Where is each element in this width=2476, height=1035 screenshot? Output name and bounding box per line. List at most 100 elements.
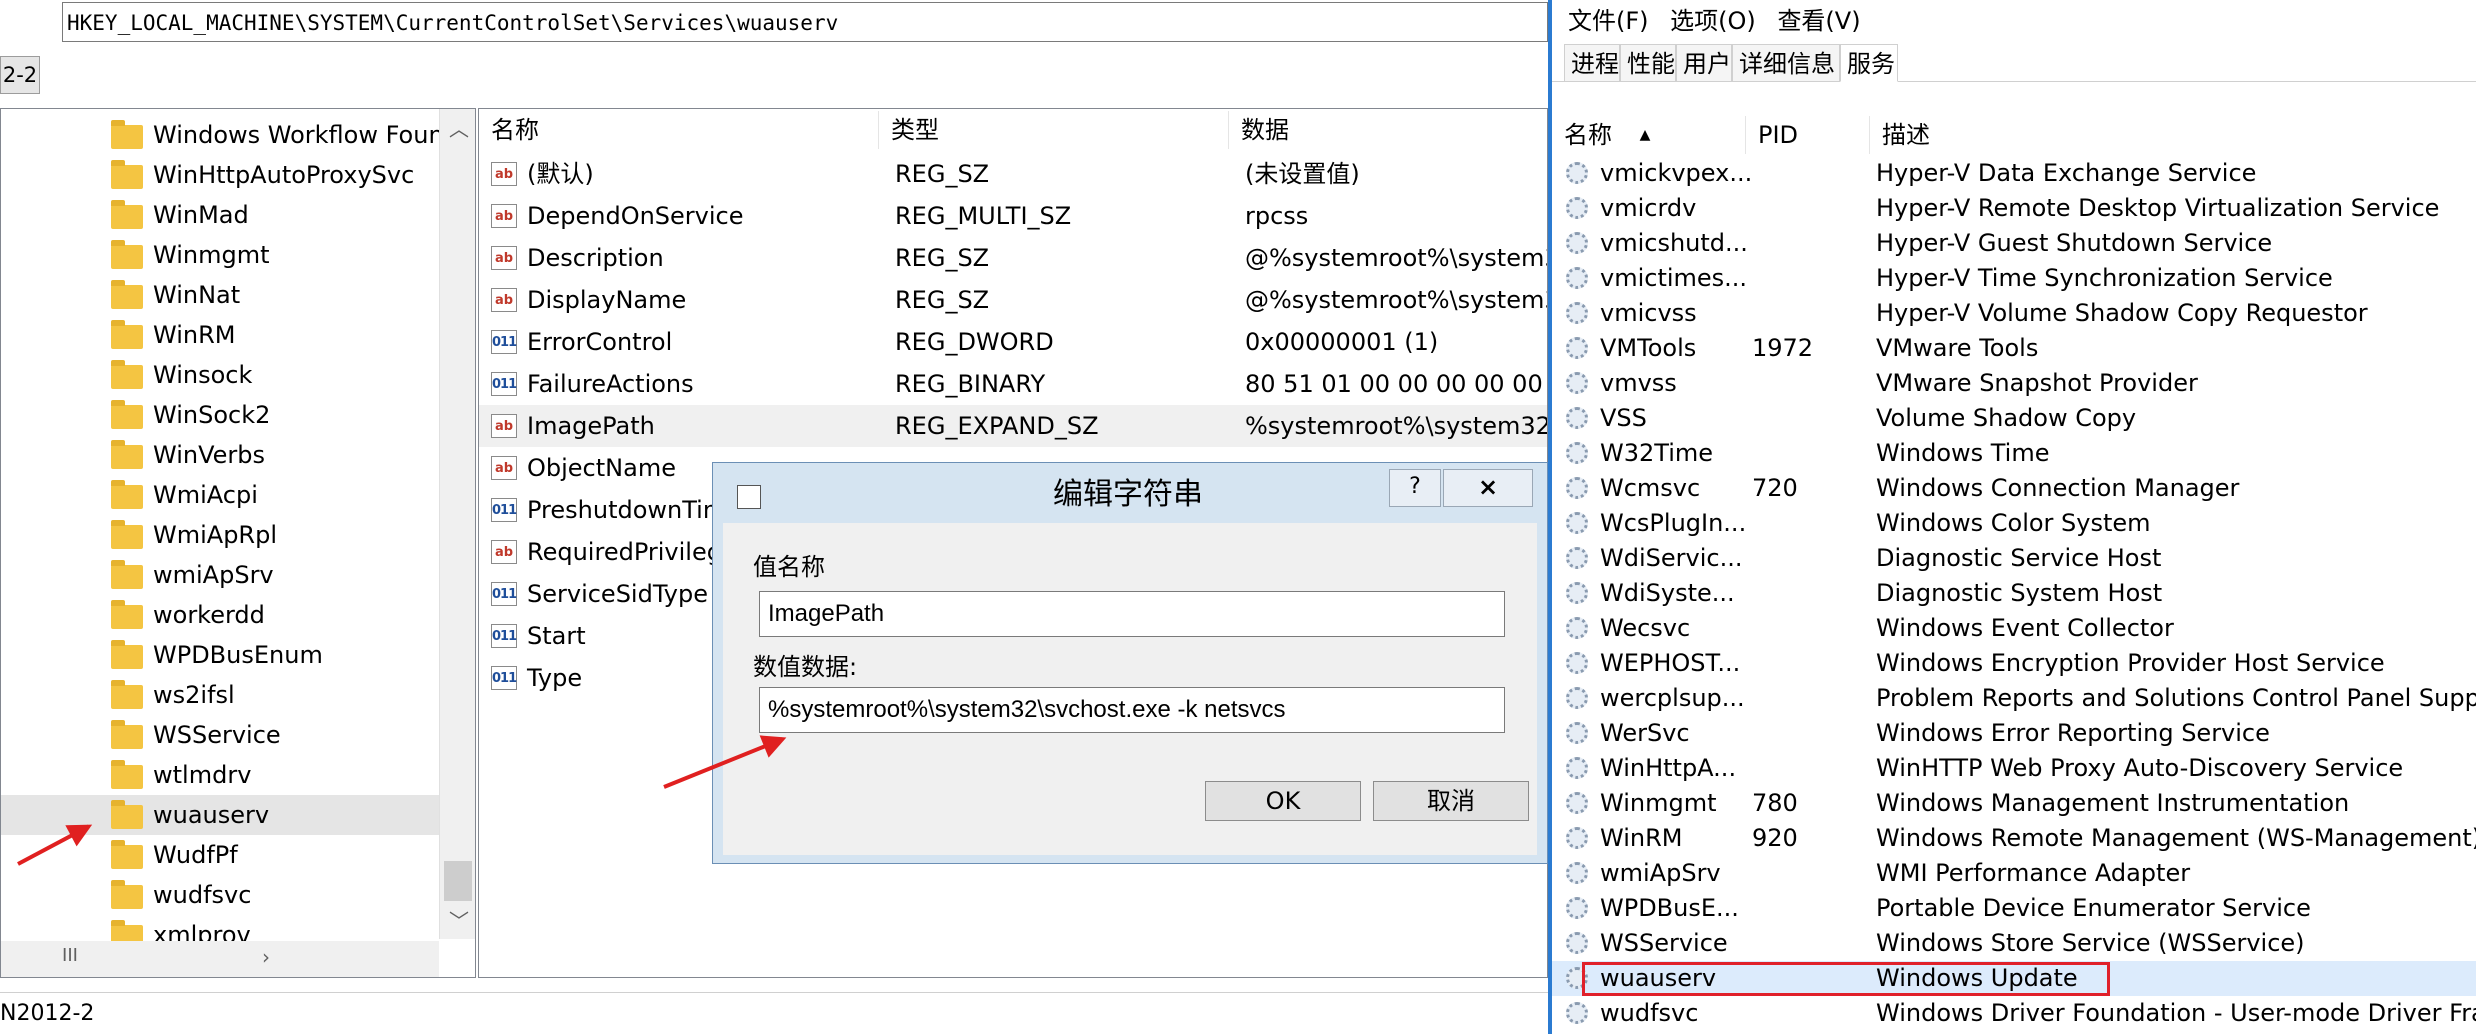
string-value-icon: ab — [491, 456, 517, 480]
service-row[interactable]: vmickvpex... Hyper-V Data Exchange Servic… — [1552, 156, 2476, 191]
tree-item[interactable]: wudfsvc — [1, 875, 441, 915]
service-gear-icon — [1566, 932, 1588, 954]
service-name: vmicshutd... — [1600, 229, 1748, 257]
service-row[interactable]: vmicvss Hyper-V Volume Shadow Copy Reques… — [1552, 296, 2476, 331]
close-button[interactable]: × — [1443, 469, 1533, 507]
column-header-name[interactable]: 名称 — [479, 111, 879, 149]
service-row[interactable]: WdiServic... Diagnostic Service Host — [1552, 541, 2476, 576]
service-row[interactable]: WdiSyste... Diagnostic System Host — [1552, 576, 2476, 611]
tree-item-label: WinVerbs — [153, 441, 266, 469]
tree-item[interactable]: WinNat — [1, 275, 441, 315]
service-row[interactable]: WerSvc Windows Error Reporting Service — [1552, 716, 2476, 751]
tree-item[interactable]: WinVerbs — [1, 435, 441, 475]
service-row[interactable]: wudfsvc Windows Driver Foundation - User-… — [1552, 996, 2476, 1031]
service-row[interactable]: WinRM 920 Windows Remote Management (WS-Ma… — [1552, 821, 2476, 856]
service-row[interactable]: WSService Windows Store Service (WSServic… — [1552, 926, 2476, 961]
service-gear-icon — [1566, 757, 1588, 779]
tree-horizontal-scrollbar[interactable]: III › — [1, 941, 439, 977]
service-row[interactable]: WinHttpA... WinHTTP Web Proxy Auto-Discov… — [1552, 751, 2476, 786]
folder-icon — [111, 600, 143, 629]
folder-icon — [111, 680, 143, 709]
menu-view[interactable]: 查看(V) — [1777, 7, 1860, 35]
service-row[interactable]: VSS Volume Shadow Copy — [1552, 401, 2476, 436]
tree-item[interactable]: wtlmdrv — [1, 755, 441, 795]
binary-value-icon: 011 — [491, 330, 517, 354]
value-row[interactable]: 011 ErrorControl REG_DWORD 0x00000001 (1) — [479, 321, 1547, 363]
value-row[interactable]: ab ImagePath REG_EXPAND_SZ %systemroot%\sys… — [479, 405, 1547, 447]
ok-button[interactable]: OK — [1205, 781, 1361, 821]
tree-item[interactable]: WinSock2 — [1, 395, 441, 435]
tree-item[interactable]: WPDBusEnum — [1, 635, 441, 675]
tree-vertical-scrollbar[interactable]: ︿ ﹀ — [439, 109, 475, 939]
service-row[interactable]: W32Time Windows Time — [1552, 436, 2476, 471]
value-row[interactable]: 011 FailureActions REG_BINARY 80 51 01 00 0… — [479, 363, 1547, 405]
value-name-field[interactable]: ImagePath — [759, 591, 1505, 637]
tree-item[interactable]: WSService — [1, 715, 441, 755]
tree-item[interactable]: Winsock — [1, 355, 441, 395]
scrollbar-grip-icon[interactable]: III — [55, 945, 85, 966]
tree-item[interactable]: WinRM — [1, 315, 441, 355]
value-row[interactable]: ab DisplayName REG_SZ @%systemroot%\system3 — [479, 279, 1547, 321]
folder-icon — [111, 640, 143, 669]
menu-file[interactable]: 文件(F) — [1568, 7, 1649, 35]
tree-item[interactable]: WudfPf — [1, 835, 441, 875]
service-row[interactable]: vmicshutd... Hyper-V Guest Shutdown Servi… — [1552, 226, 2476, 261]
address-bar[interactable]: HKEY_LOCAL_MACHINE\SYSTEM\CurrentControl… — [62, 2, 1548, 42]
tree-item[interactable]: WmiApRpl — [1, 515, 441, 555]
value-type: REG_BINARY — [895, 370, 1046, 398]
tree-item[interactable]: Windows Workflow Foun — [1, 115, 444, 155]
scroll-right-icon[interactable]: › — [251, 945, 281, 969]
column-header-name[interactable]: 名称 ▲ — [1552, 116, 1746, 154]
tree-item[interactable]: WinHttpAutoProxySvc — [1, 155, 441, 195]
service-row[interactable]: WcsPlugIn... Windows Color System — [1552, 506, 2476, 541]
menu-bar: 文件(F) 选项(O) 查看(V) — [1568, 4, 1875, 38]
column-header-data[interactable]: 数据 — [1229, 111, 1547, 149]
service-row[interactable]: vmvss VMware Snapshot Provider — [1552, 366, 2476, 401]
column-header-pid[interactable]: PID — [1746, 116, 1870, 154]
service-row[interactable]: VMTools 1972 VMware Tools — [1552, 331, 2476, 366]
window-icon[interactable] — [737, 485, 761, 509]
tree-item[interactable]: ws2ifsl — [1, 675, 441, 715]
cancel-button[interactable]: 取消 — [1373, 781, 1529, 821]
registry-key-tree[interactable]: Windows Workflow Foun WinHttpAutoProxySvc… — [0, 108, 476, 978]
service-row[interactable]: vmicrdv Hyper-V Remote Desktop Virtualiza… — [1552, 191, 2476, 226]
scroll-down-icon[interactable]: ﹀ — [444, 905, 474, 934]
string-value-icon: ab — [491, 540, 517, 564]
value-row[interactable]: ab (默认) REG_SZ (未设置值) — [479, 153, 1547, 195]
tab-performance[interactable]: 性能 — [1620, 44, 1676, 82]
service-pid: 920 — [1752, 824, 1798, 852]
service-row[interactable]: Wcmsvc 720 Windows Connection Manager — [1552, 471, 2476, 506]
tab-services[interactable]: 服务 — [1840, 44, 1898, 82]
service-row[interactable]: WEPHOST... Windows Encryption Provider Ho… — [1552, 646, 2476, 681]
tab-details[interactable]: 详细信息 — [1732, 44, 1840, 82]
service-row[interactable]: Winmgmt 780 Windows Management Instrumenta… — [1552, 786, 2476, 821]
value-row[interactable]: ab Description REG_SZ @%systemroot%\system3 — [479, 237, 1547, 279]
value-type: REG_SZ — [895, 244, 990, 272]
tree-item[interactable]: Winmgmt — [1, 235, 441, 275]
menu-options[interactable]: 选项(O) — [1670, 7, 1756, 35]
service-gear-icon — [1566, 827, 1588, 849]
service-pid: 720 — [1752, 474, 1798, 502]
service-row[interactable]: Wecsvc Windows Event Collector — [1552, 611, 2476, 646]
service-row[interactable]: wmiApSrv WMI Performance Adapter — [1552, 856, 2476, 891]
scroll-up-icon[interactable]: ︿ — [444, 113, 474, 142]
tree-item[interactable]: workerdd — [1, 595, 441, 635]
service-row[interactable]: WPDBusE... Portable Device Enumerator Ser… — [1552, 891, 2476, 926]
column-header-type[interactable]: 类型 — [879, 111, 1229, 149]
help-button[interactable]: ? — [1389, 469, 1441, 507]
folder-icon — [111, 320, 143, 349]
tree-item[interactable]: WinMad — [1, 195, 441, 235]
services-list[interactable]: vmickvpex... Hyper-V Data Exchange Servic… — [1552, 156, 2476, 1034]
value-data-field[interactable]: %systemroot%\system32\svchost.exe -k net… — [759, 687, 1505, 733]
service-pid: 780 — [1752, 789, 1798, 817]
tab-processes[interactable]: 进程 — [1564, 44, 1620, 82]
tab-users[interactable]: 用户 — [1676, 44, 1732, 82]
scrollbar-thumb[interactable] — [444, 861, 472, 901]
service-row[interactable]: wercplsup... Problem Reports and Solution… — [1552, 681, 2476, 716]
column-header-description[interactable]: 描述 — [1870, 116, 2476, 154]
service-name: WSService — [1600, 929, 1728, 957]
value-row[interactable]: ab DependOnService REG_MULTI_SZ rpcss — [479, 195, 1547, 237]
tree-item[interactable]: WmiAcpi — [1, 475, 441, 515]
tree-item[interactable]: wmiApSrv — [1, 555, 441, 595]
service-row[interactable]: vmictimes... Hyper-V Time Synchronization… — [1552, 261, 2476, 296]
